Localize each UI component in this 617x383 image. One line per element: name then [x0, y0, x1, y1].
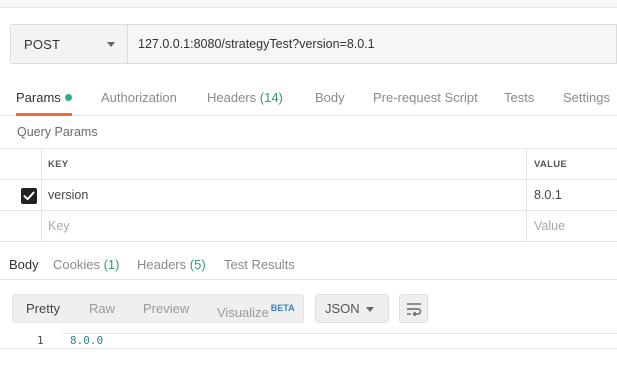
- method-label: POST: [24, 36, 61, 52]
- tab-settings[interactable]: Settings: [563, 80, 610, 116]
- key-header: KEY: [48, 158, 69, 170]
- tab-authorization-label: Authorization: [101, 90, 177, 105]
- request-tabs: Params Authorization Headers (14) Body P…: [0, 80, 617, 116]
- response-body-editor[interactable]: 1 8.0.0: [0, 333, 617, 349]
- view-mode-group: Pretty Raw Preview Visualize BETA: [12, 294, 304, 323]
- mode-raw[interactable]: Raw: [89, 295, 115, 322]
- tab-response-body-label: Body: [9, 257, 39, 272]
- tab-cookies-count: (1): [103, 257, 120, 272]
- key-placeholder: Key: [48, 219, 70, 233]
- tab-headers-count: (14): [259, 90, 283, 105]
- tab-response-headers-label: Headers: [137, 257, 187, 272]
- tab-tests[interactable]: Tests: [504, 80, 534, 116]
- tab-headers-label: Headers: [207, 90, 257, 105]
- mode-visualize[interactable]: Visualize BETA: [217, 295, 295, 322]
- param-key: version: [48, 188, 89, 202]
- tab-authorization[interactable]: Authorization: [101, 80, 177, 116]
- tab-test-results[interactable]: Test Results: [224, 252, 295, 280]
- wrap-lines-icon: [406, 302, 421, 316]
- line-number: 1: [37, 334, 44, 347]
- tab-params-label: Params: [16, 90, 61, 105]
- value-header-cell: VALUE: [527, 149, 617, 179]
- url-input[interactable]: [128, 25, 616, 63]
- tab-cookies[interactable]: Cookies (1): [53, 252, 119, 280]
- tab-tests-label: Tests: [504, 90, 535, 105]
- value-placeholder: Value: [534, 219, 566, 233]
- mode-preview[interactable]: Preview: [143, 295, 189, 322]
- header-check-cell: [0, 149, 42, 179]
- row-check-cell: [0, 180, 42, 210]
- tab-settings-label: Settings: [563, 90, 610, 105]
- tab-params[interactable]: Params: [16, 80, 72, 116]
- request-bar: POST: [10, 24, 617, 64]
- value-header: VALUE: [534, 158, 567, 170]
- tab-pre-request-script[interactable]: Pre-request Script: [373, 80, 478, 116]
- param-value-cell[interactable]: 8.0.1: [527, 180, 617, 210]
- params-active-dot-icon: [64, 94, 72, 101]
- query-params-title: Query Params: [17, 125, 98, 139]
- chevron-down-icon: [366, 307, 374, 312]
- param-key-cell[interactable]: version: [42, 180, 527, 210]
- tab-response-headers[interactable]: Headers (5): [137, 252, 206, 280]
- top-strip: [0, 0, 617, 8]
- empty-check-cell: [0, 211, 42, 241]
- checkmark-icon: [23, 191, 35, 201]
- response-value: 8.0.0: [70, 334, 104, 347]
- wrap-lines-button[interactable]: [399, 294, 428, 323]
- tab-response-headers-count: (5): [189, 257, 206, 272]
- mode-pretty[interactable]: Pretty: [26, 295, 60, 322]
- params-table: KEY VALUE version 8.0.1 Key Value: [0, 148, 617, 242]
- format-select[interactable]: JSON: [315, 294, 389, 323]
- new-key-input[interactable]: Key: [42, 211, 527, 241]
- tab-headers[interactable]: Headers (14): [207, 80, 283, 116]
- tab-pre-request-script-label: Pre-request Script: [373, 90, 478, 105]
- table-row: version 8.0.1: [0, 180, 617, 211]
- method-select[interactable]: POST: [11, 25, 128, 63]
- chevron-down-icon: [107, 41, 115, 47]
- tab-cookies-label: Cookies: [53, 257, 100, 272]
- tab-body-label: Body: [315, 90, 345, 105]
- new-value-input[interactable]: Value: [527, 211, 617, 241]
- param-value: 8.0.1: [534, 188, 562, 202]
- tab-response-body[interactable]: Body: [9, 252, 39, 280]
- table-row-empty: Key Value: [0, 211, 617, 242]
- key-header-cell: KEY: [42, 149, 527, 179]
- mode-visualize-label: Visualize: [217, 305, 269, 320]
- format-label: JSON: [325, 301, 360, 316]
- tab-test-results-label: Test Results: [224, 257, 295, 272]
- beta-badge: BETA: [270, 303, 295, 313]
- params-header-row: KEY VALUE: [0, 149, 617, 180]
- response-tabs: Body Cookies (1) Headers (5) Test Result…: [0, 252, 617, 280]
- param-checkbox[interactable]: [21, 188, 37, 204]
- tab-body[interactable]: Body: [315, 80, 345, 116]
